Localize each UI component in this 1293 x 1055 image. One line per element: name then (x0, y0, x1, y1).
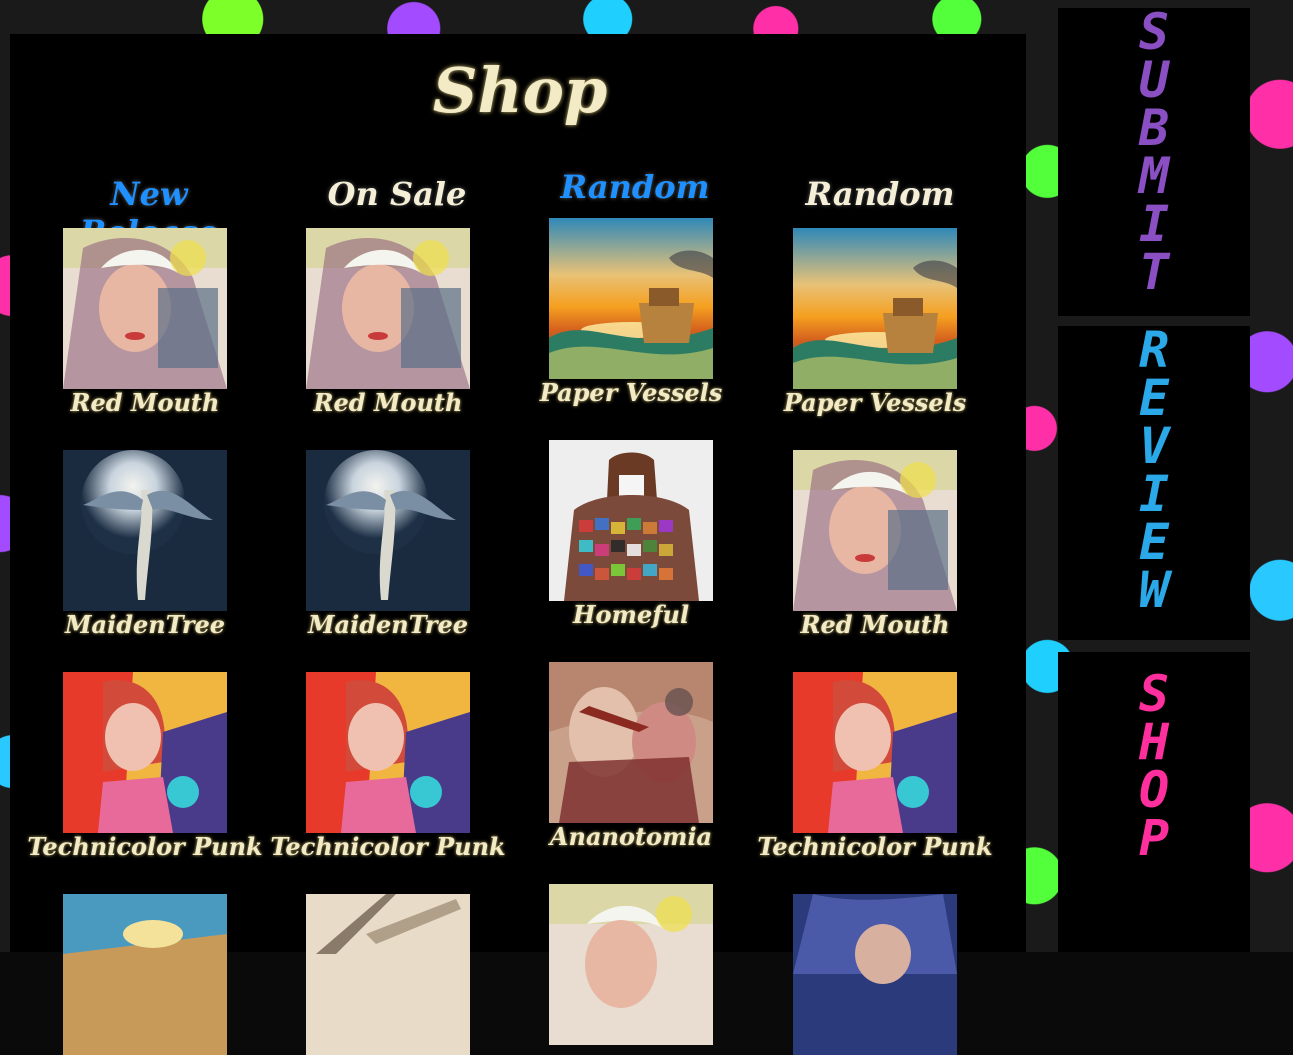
nav-letter: U (1138, 51, 1170, 109)
artwork-maidentree-thumbnail[interactable] (63, 450, 227, 611)
nav-letter: V (1138, 417, 1170, 475)
nav-letter: M (1138, 147, 1170, 205)
product-title[interactable]: Ananotomia (511, 822, 751, 851)
artwork-red-mouth-thumbnail[interactable] (63, 228, 227, 389)
nav-shop[interactable]: SHOP (1058, 652, 1250, 952)
product-title[interactable]: Red Mouth (755, 610, 995, 639)
product-card[interactable]: MaidenTree (306, 450, 470, 639)
artwork-paper-vessels-thumbnail[interactable] (549, 218, 713, 379)
product-card[interactable] (306, 894, 470, 1055)
artwork-red-mouth-thumbnail[interactable] (793, 450, 957, 611)
artwork-thumbnail[interactable] (306, 894, 470, 1055)
product-title[interactable]: MaidenTree (268, 610, 508, 639)
nav-submit[interactable]: SUBMIT (1058, 3, 1250, 316)
product-card[interactable]: Red Mouth (63, 228, 227, 417)
nav-letter: E (1138, 513, 1170, 571)
product-card[interactable]: Technicolor Punk (270, 672, 506, 861)
product-title[interactable]: Red Mouth (268, 388, 508, 417)
column-header-on-sale[interactable]: On Sale (292, 175, 502, 213)
product-title[interactable]: Technicolor Punk (25, 832, 265, 861)
product-title[interactable]: Paper Vessels (755, 388, 995, 417)
nav-review-label[interactable]: REVIEW (1138, 321, 1170, 619)
artwork-maidentree-thumbnail[interactable] (306, 450, 470, 611)
artwork-ananotomia-thumbnail[interactable] (549, 662, 713, 823)
nav-letter: S (1138, 665, 1170, 723)
artwork-thumbnail[interactable] (793, 894, 957, 1055)
artwork-homeful-thumbnail[interactable] (549, 440, 713, 601)
product-card[interactable]: Homeful (549, 440, 713, 629)
nav-review[interactable]: REVIEW (1058, 321, 1250, 640)
product-title[interactable]: Paper Vessels (511, 378, 751, 407)
nav-letter: W (1138, 561, 1170, 619)
column-header-random-1[interactable]: Random (530, 168, 740, 206)
product-card[interactable]: Technicolor Punk (757, 672, 993, 861)
product-title[interactable]: Technicolor Punk (268, 832, 508, 861)
nav-letter: B (1138, 99, 1170, 157)
artwork-red-mouth-thumbnail[interactable] (306, 228, 470, 389)
artwork-paper-vessels-thumbnail[interactable] (793, 228, 957, 389)
nav-letter: T (1138, 243, 1170, 301)
nav-letter: R (1138, 321, 1170, 379)
nav-letter: O (1138, 761, 1170, 819)
product-title[interactable]: Technicolor Punk (755, 832, 995, 861)
page-title: Shop (432, 54, 608, 127)
artwork-technicolor-punk-thumbnail[interactable] (793, 672, 957, 833)
product-card[interactable]: Technicolor Punk (27, 672, 263, 861)
nav-letter: P (1138, 809, 1170, 867)
nav-letter: S (1138, 3, 1170, 61)
product-card[interactable]: Ananotomia (549, 662, 713, 851)
column-header-random-2[interactable]: Random (775, 175, 985, 213)
product-card[interactable] (63, 894, 227, 1055)
nav-shop-label[interactable]: SHOP (1138, 665, 1170, 867)
nav-letter: E (1138, 369, 1170, 427)
product-card[interactable]: Red Mouth (306, 228, 470, 417)
product-card[interactable]: Red Mouth (793, 450, 957, 639)
product-card[interactable] (793, 894, 957, 1055)
product-card[interactable] (549, 884, 713, 1045)
artwork-red-mouth-thumbnail[interactable] (549, 884, 713, 1045)
nav-letter: I (1138, 465, 1170, 523)
artwork-technicolor-punk-thumbnail[interactable] (63, 672, 227, 833)
nav-letter: H (1138, 713, 1170, 771)
nav-letter: I (1138, 195, 1170, 253)
product-card[interactable]: Paper Vessels (784, 228, 966, 417)
artwork-thumbnail[interactable] (63, 894, 227, 1055)
nav-submit-label[interactable]: SUBMIT (1138, 3, 1170, 301)
artwork-technicolor-punk-thumbnail[interactable] (306, 672, 470, 833)
product-title[interactable]: MaidenTree (25, 610, 265, 639)
product-card[interactable]: MaidenTree (63, 450, 227, 639)
product-card[interactable]: Paper Vessels (540, 218, 722, 407)
product-title[interactable]: Red Mouth (25, 388, 265, 417)
product-title[interactable]: Homeful (511, 600, 751, 629)
